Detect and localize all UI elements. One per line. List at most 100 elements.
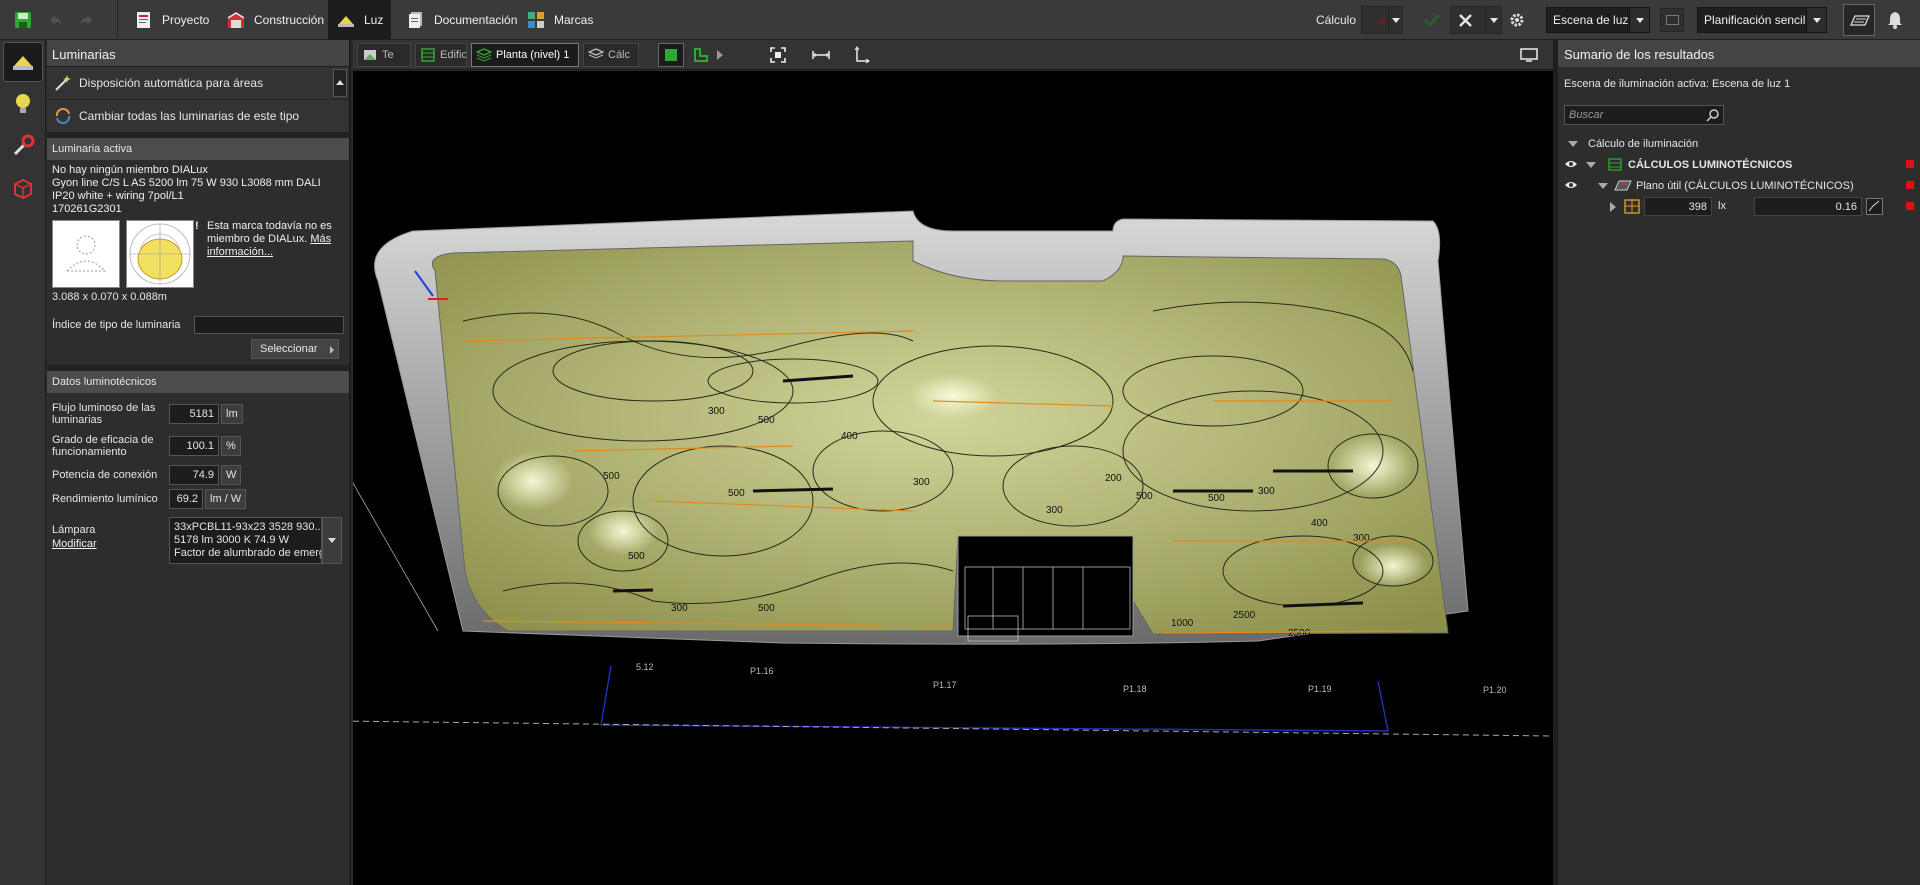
- tab-planta-nivel-1[interactable]: Planta (nivel) 1: [471, 43, 579, 67]
- light-distribution-diagram[interactable]: [126, 220, 194, 288]
- terrain-icon: [364, 50, 376, 60]
- fit-view-button[interactable]: [765, 43, 791, 67]
- efficacy-value: 69.2: [169, 489, 203, 509]
- isoline-label: 500: [1208, 493, 1225, 504]
- tree-item-work-plane[interactable]: Plano útil (CÁLCULOS LUMINOTÉCNICOS): [1558, 175, 1920, 196]
- expand-toggle[interactable]: [1568, 141, 1578, 147]
- search-icon[interactable]: [1706, 108, 1720, 122]
- more-views-button[interactable]: [713, 43, 727, 67]
- tab-label: Luz: [364, 13, 384, 27]
- auto-arrangement-button[interactable]: Disposición automática para áreas: [47, 67, 349, 100]
- isoline-floorplan-scene[interactable]: 300 500 500 400 500 500 300 300 500 200 …: [353, 71, 1553, 885]
- change-all-luminaires-button[interactable]: Cambiar todas las luminarias de este tip…: [47, 100, 349, 133]
- isoline-label: 1000: [1171, 618, 1194, 629]
- cancel-calc-button[interactable]: [1450, 6, 1502, 34]
- tab-construccion[interactable]: Construcción: [218, 0, 332, 40]
- calculation-group-icon: [1608, 158, 1622, 171]
- gear-icon[interactable]: [1508, 11, 1526, 29]
- tab-luz[interactable]: Luz: [328, 0, 392, 40]
- replace-icon: [55, 107, 71, 125]
- plane-view-icon: [1850, 15, 1870, 26]
- row-unit: W: [221, 465, 242, 485]
- lamp-select[interactable]: 33xPCBL11-93x23 3528 930... 5178 lm 3000…: [169, 517, 322, 564]
- action-label: Disposición automática para áreas: [79, 76, 264, 90]
- building-icon: [421, 48, 435, 62]
- expand-toggle[interactable]: [1586, 162, 1596, 168]
- measure-button[interactable]: [808, 43, 834, 67]
- floor-view-button[interactable]: [688, 43, 714, 67]
- bell-icon[interactable]: [1887, 11, 1903, 29]
- point-label: P1.19: [1308, 684, 1332, 694]
- action-label: Cambiar todas las luminarias de este tip…: [79, 109, 300, 123]
- cancel-dropdown-arrow[interactable]: [1485, 7, 1501, 33]
- undo-icon[interactable]: [46, 11, 64, 29]
- view-mode-button[interactable]: [1843, 4, 1875, 36]
- scene-select[interactable]: Escena de luz 1: [1546, 7, 1650, 33]
- save-icon[interactable]: [14, 11, 32, 29]
- calc-start-button[interactable]: [1361, 6, 1403, 34]
- point-labels: P1.16 P1.17 P1.18 P1.19 P1.20 5.12: [636, 662, 1507, 695]
- select-button[interactable]: Seleccionar: [251, 339, 339, 359]
- point-label: P1.18: [1123, 684, 1147, 694]
- tab-marcas[interactable]: Marcas: [518, 0, 601, 40]
- status-indicator: [1906, 160, 1914, 168]
- viewport-tab-label: Cálc: [608, 49, 631, 61]
- info-line: No hay ningún miembro DIALux: [52, 164, 208, 176]
- panel-scroll-up[interactable]: [333, 69, 347, 97]
- rail-calculation-objects[interactable]: [3, 168, 43, 208]
- tab-edificio[interactable]: Edific: [415, 43, 467, 67]
- close-icon: [1459, 14, 1472, 27]
- tree-item-result[interactable]: 398 lx 0.16: [1558, 196, 1920, 217]
- luminaire-photo-placeholder[interactable]: [52, 220, 120, 288]
- uniformity-chart-icon[interactable]: [1866, 198, 1883, 215]
- isoline-label: 500: [1136, 491, 1153, 502]
- tree-item-calc-group[interactable]: CÁLCULOS LUMINOTÉCNICOS: [1558, 154, 1920, 175]
- documentation-icon: [409, 12, 422, 28]
- solid-view-button[interactable]: [658, 43, 684, 67]
- calc-dropdown-arrow[interactable]: [1388, 7, 1402, 33]
- planning-mode-select[interactable]: Planificación sencilla: [1697, 7, 1827, 33]
- expand-toggle[interactable]: [1610, 202, 1616, 212]
- axes-icon: [854, 46, 870, 64]
- eye-icon[interactable]: [1564, 180, 1578, 190]
- row-label: Grado de eficacia de funcionamiento: [52, 434, 154, 458]
- viewport-tab-label: Te: [382, 49, 394, 61]
- monitor-icon: [1520, 48, 1538, 62]
- scene-settings-button[interactable]: [1660, 8, 1684, 32]
- search-input[interactable]: Buscar: [1564, 105, 1724, 125]
- tab-calculo[interactable]: Cálc: [583, 43, 639, 67]
- scene-select-value: Escena de luz 1: [1553, 13, 1639, 27]
- redo-icon[interactable]: [78, 11, 96, 29]
- lamp-dropdown-arrow[interactable]: [322, 517, 342, 564]
- eye-icon[interactable]: [1564, 159, 1578, 169]
- rail-tools[interactable]: [3, 126, 43, 166]
- rail-luminaires[interactable]: [3, 42, 43, 82]
- work-plane-icon: [1614, 180, 1632, 191]
- info-line: Gyon line C/S L AS 5200 lm 75 W 930 L308…: [52, 177, 321, 189]
- efficiency-value: 100.1: [169, 436, 219, 456]
- tree-label: Plano útil (CÁLCULOS LUMINOTÉCNICOS): [1636, 179, 1854, 192]
- tab-documentacion[interactable]: Documentación: [398, 0, 525, 40]
- bulb-icon: [16, 94, 30, 113]
- display-settings-button[interactable]: [1516, 43, 1542, 67]
- illuminance-unit: lx: [1718, 200, 1726, 212]
- modify-lamp-link[interactable]: Modificar: [52, 538, 97, 550]
- tab-label: Proyecto: [162, 13, 210, 27]
- type-index-input[interactable]: [194, 316, 344, 334]
- viewport-toolbar: Te Edific Planta (nivel) 1 Cálc: [353, 40, 1553, 70]
- axes-button[interactable]: [849, 43, 875, 67]
- isoline-label: 2500: [1288, 628, 1311, 639]
- rail-lamps[interactable]: [3, 84, 43, 124]
- 3d-viewport[interactable]: 300 500 500 400 500 500 300 300 500 200 …: [353, 71, 1553, 885]
- viewport-tab-label: Planta (nivel) 1: [496, 49, 570, 61]
- check-icon[interactable]: [1423, 12, 1441, 28]
- info-line: IP20 white + wiring 7pol/L1: [52, 190, 184, 202]
- l-shape-icon: [694, 48, 708, 62]
- tab-terreno[interactable]: Te: [357, 43, 411, 67]
- expand-toggle[interactable]: [1598, 183, 1608, 189]
- lamp-line: 5178 lm 3000 K 74.9 W: [174, 534, 289, 546]
- lamp-line: 33xPCBL11-93x23 3528 930...: [174, 521, 322, 533]
- tab-proyecto[interactable]: Proyecto: [126, 0, 217, 40]
- tree-item-lighting-calc[interactable]: Cálculo de iluminación: [1558, 133, 1920, 154]
- isoline-label: 300: [1353, 533, 1370, 544]
